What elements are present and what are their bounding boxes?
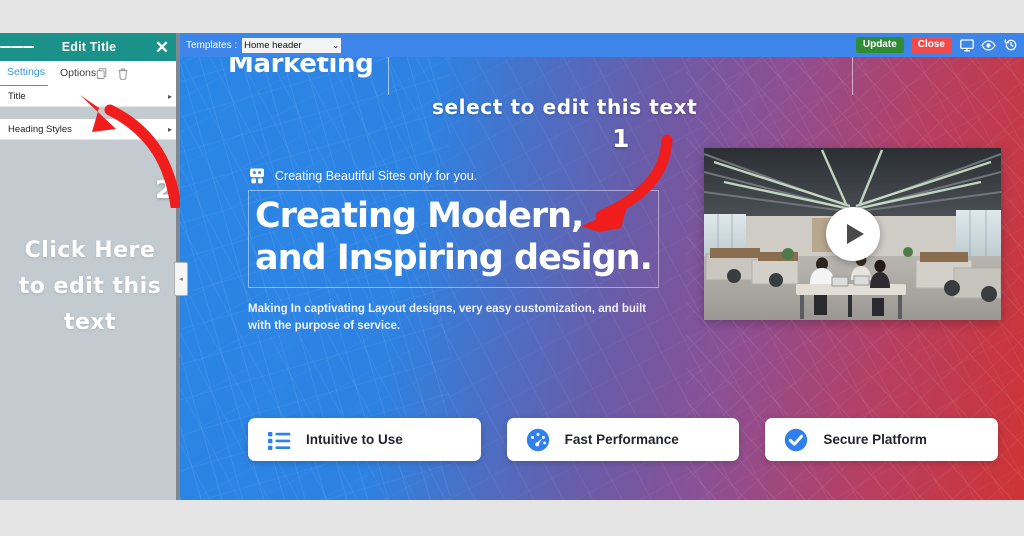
template-select-value: Home header <box>244 39 302 51</box>
list-bullets-icon <box>268 431 291 450</box>
tab-options[interactable]: Options <box>48 61 96 86</box>
chevron-left-icon: ◂ <box>179 275 183 283</box>
tab-settings[interactable]: Settings <box>0 60 48 87</box>
template-select[interactable]: Home header ⌄ <box>241 36 343 54</box>
speedometer-gauge-icon <box>526 428 549 451</box>
check-circle-icon <box>785 428 808 451</box>
close-button[interactable]: Close <box>910 37 952 53</box>
editor-panel: Edit Title ✕ Settings Options Title ▸ He… <box>0 33 180 500</box>
panel-row-gap <box>0 107 180 119</box>
panel-annotation-line-3: text <box>63 310 117 335</box>
chevron-right-icon: ▸ <box>167 91 172 101</box>
close-icon[interactable]: ✕ <box>144 39 180 56</box>
bottom-background-band <box>0 500 1024 536</box>
annotation-badge-2: 2 <box>155 175 173 204</box>
feature-card-fast-performance[interactable]: Fast Performance <box>506 418 740 461</box>
office-workspace-photo[interactable] <box>704 148 1001 320</box>
annotation-badge-1: 1 <box>612 124 630 153</box>
hero-paragraph: Making In captivating Layout designs, ve… <box>248 303 647 332</box>
toolbar-actions: Update Close <box>855 37 1018 53</box>
editor-panel-header: Edit Title ✕ <box>0 33 180 61</box>
panel-annotation-line-2: to edit this <box>18 274 162 299</box>
trash-icon[interactable] <box>117 67 129 80</box>
update-button[interactable]: Update <box>855 37 904 53</box>
top-background-band <box>0 0 1024 33</box>
hero-eyebrow-text: Creating Beautiful Sites only for you. <box>275 168 478 183</box>
feature-cards: Intuitive to Use Fast Performance Secure… <box>248 418 999 461</box>
screen-root: Edit Title ✕ Settings Options Title ▸ He… <box>0 0 1024 536</box>
chevron-down-icon: ⌄ <box>332 40 340 50</box>
page-preview-canvas[interactable]: Marketing Creating Beautiful Sites only … <box>180 57 1024 500</box>
panel-collapse-handle[interactable]: ◂ <box>174 262 188 296</box>
revision-history-icon[interactable] <box>1003 38 1018 52</box>
desktop-monitor-icon[interactable] <box>959 38 974 52</box>
hero-heading-editable-box[interactable]: Creating Modern, and Inspiring design. <box>248 190 659 288</box>
header-divider-1 <box>388 57 389 95</box>
panel-row-title-label: Title <box>8 90 26 102</box>
hero-heading-line-1: Creating Modern, <box>255 196 584 236</box>
panel-annotation-line-1: Click Here <box>24 238 156 263</box>
feature-card-label: Intuitive to Use <box>306 432 403 447</box>
templates-label: Templates : <box>186 39 238 51</box>
editor-panel-title: Edit Title <box>61 40 117 54</box>
feature-card-secure-platform[interactable]: Secure Platform <box>765 418 999 461</box>
hero-heading-line-2: and Inspiring design. <box>255 238 653 278</box>
site-logo[interactable]: Marketing <box>228 57 374 79</box>
play-button-icon[interactable] <box>825 207 880 261</box>
header-divider-2 <box>852 57 853 95</box>
hero-section: Creating Beautiful Sites only for you. C… <box>248 167 698 335</box>
hamburger-menu-icon[interactable] <box>0 44 34 50</box>
editor-toolbar: Templates : Home header ⌄ Update Close <box>180 33 1024 57</box>
panel-row-heading-styles[interactable]: Heading Styles ▸ <box>0 119 180 140</box>
canvas-annotation-text: select to edit this text <box>432 95 698 119</box>
editor-panel-tabs: Settings Options <box>0 61 180 87</box>
panel-annotation-text: Click Here to edit this text <box>0 233 180 341</box>
panel-row-heading-styles-label: Heading Styles <box>8 123 72 135</box>
robot-avatar-icon <box>250 168 264 184</box>
preview-eye-icon[interactable] <box>981 38 996 52</box>
feature-card-label: Secure Platform <box>823 432 927 447</box>
duplicate-icon[interactable] <box>96 67 108 80</box>
editor-panel-rows: Title ▸ Heading Styles ▸ <box>0 86 180 140</box>
panel-row-title[interactable]: Title ▸ <box>0 86 180 107</box>
feature-card-label: Fast Performance <box>564 432 679 447</box>
hero-eyebrow: Creating Beautiful Sites only for you. <box>248 167 698 184</box>
feature-card-intuitive-to-use[interactable]: Intuitive to Use <box>248 418 481 461</box>
chevron-right-icon: ▸ <box>167 124 172 134</box>
